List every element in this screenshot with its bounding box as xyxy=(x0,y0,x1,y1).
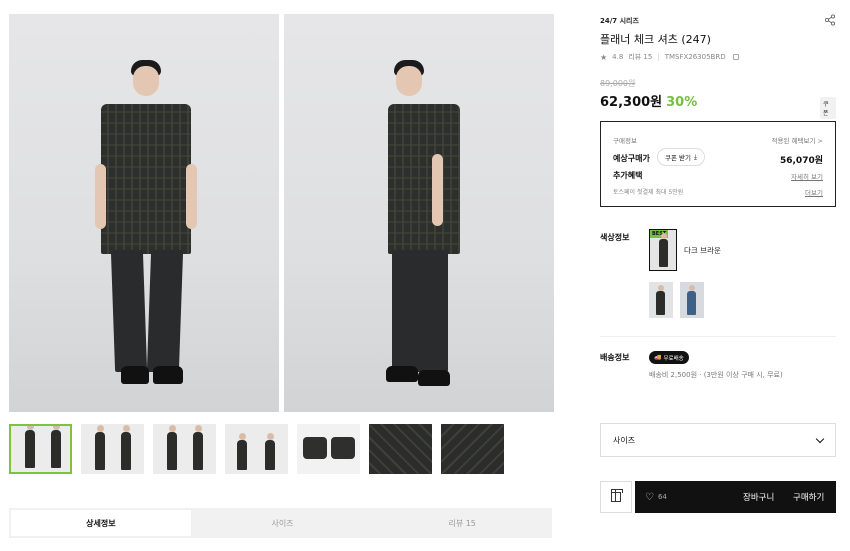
thumbnail-3[interactable] xyxy=(153,424,216,474)
thumbnail-4[interactable] xyxy=(225,424,288,474)
purchase-info-box: 구매정보 적용된 혜택보기 > 예상구매가 쿠폰 받기 ⤓ 56,070원 추가… xyxy=(600,121,836,207)
shipping-detail: 배송비 2,500원 · (3만원 이상 구매 시, 무료) xyxy=(649,371,783,379)
gift-button[interactable] xyxy=(600,481,632,513)
series-link[interactable]: 24/7 시리즈 xyxy=(600,16,639,26)
thumbnail-7[interactable] xyxy=(441,424,504,474)
tab-reviews[interactable]: 리뷰 15 xyxy=(372,508,552,538)
thumbnail-5[interactable] xyxy=(297,424,360,474)
expected-price-amount: 56,070원 xyxy=(779,156,823,166)
color-option-3[interactable] xyxy=(680,282,704,318)
rating-value: 4.8 xyxy=(612,53,624,61)
chevron-down-icon xyxy=(815,434,825,443)
tab-size[interactable]: 사이즈 xyxy=(193,508,373,538)
gift-icon xyxy=(611,489,623,502)
star-icon: ★ xyxy=(600,52,608,62)
selected-color-name: 다크 브라운 xyxy=(684,246,721,255)
size-select-label: 사이즈 xyxy=(613,435,636,445)
discount-rate: 30% xyxy=(666,95,698,110)
copy-icon[interactable] xyxy=(732,54,739,60)
like-button[interactable]: ♡ 64 xyxy=(635,492,725,503)
detail-tabs: 상세정보 사이즈 리뷰 15 xyxy=(9,508,552,538)
truck-icon: 🚚 xyxy=(654,354,662,361)
thumbnail-1[interactable] xyxy=(9,424,72,474)
main-image-side[interactable] xyxy=(284,14,554,412)
get-coupon-button[interactable]: 쿠폰 받기 ⤓ xyxy=(657,148,705,166)
expected-price-label: 예상구매가 xyxy=(613,154,650,163)
product-title: 플래너 체크 셔츠 (247) xyxy=(600,33,711,46)
extra-benefits-label: 추가혜택 xyxy=(613,171,643,180)
color-option-selected[interactable]: BEST xyxy=(649,229,677,271)
purchase-info-label: 구매정보 xyxy=(613,137,637,145)
free-shipping-badge: 🚚 무료배송 xyxy=(649,351,689,364)
view-details-link[interactable]: 자세히 보기 xyxy=(791,171,823,181)
thumbnail-6[interactable] xyxy=(369,424,432,474)
section-divider xyxy=(600,336,836,337)
toss-pay-note: 토스페이 첫결제 최대 5만원 xyxy=(613,189,684,196)
product-code: TMSFX26305BRD xyxy=(664,53,726,61)
heart-icon: ♡ xyxy=(645,491,654,503)
add-to-cart-button[interactable]: 장바구니 xyxy=(743,491,774,503)
color-info-label: 색상정보 xyxy=(600,233,630,242)
buy-now-button[interactable]: 구매하기 xyxy=(793,491,824,503)
purchase-action-bar: ♡ 64 장바구니 구매하기 xyxy=(635,481,836,513)
size-select[interactable]: 사이즈 xyxy=(600,423,836,457)
main-image-front[interactable] xyxy=(9,14,279,412)
get-coupon-label: 쿠폰 받기 xyxy=(665,154,691,162)
like-count: 64 xyxy=(657,493,667,501)
share-icon[interactable] xyxy=(824,14,836,26)
sale-price-row: 62,300원 30% xyxy=(600,91,697,110)
shipping-info-label: 배송정보 xyxy=(600,353,630,362)
meta-divider: | xyxy=(657,53,660,61)
original-price: 89,000원 xyxy=(600,79,636,88)
applied-benefits-link[interactable]: 적용된 혜택보기 > xyxy=(772,135,823,145)
sale-price: 62,300원 xyxy=(600,95,663,110)
model-figure-side xyxy=(284,14,554,412)
more-link[interactable]: 더보기 xyxy=(805,187,823,197)
coupon-badge: 쿠폰 xyxy=(820,97,836,119)
download-icon: ⤓ xyxy=(694,152,697,161)
tab-detail-info[interactable]: 상세정보 xyxy=(11,510,191,536)
product-meta: ★ 4.8 리뷰 15 | TMSFX26305BRD xyxy=(600,52,739,62)
color-option-2[interactable] xyxy=(649,282,673,318)
free-shipping-label: 무료배송 xyxy=(663,355,684,362)
thumbnail-2[interactable] xyxy=(81,424,144,474)
model-figure-front xyxy=(9,14,279,412)
review-link[interactable]: 리뷰 15 xyxy=(628,52,652,62)
